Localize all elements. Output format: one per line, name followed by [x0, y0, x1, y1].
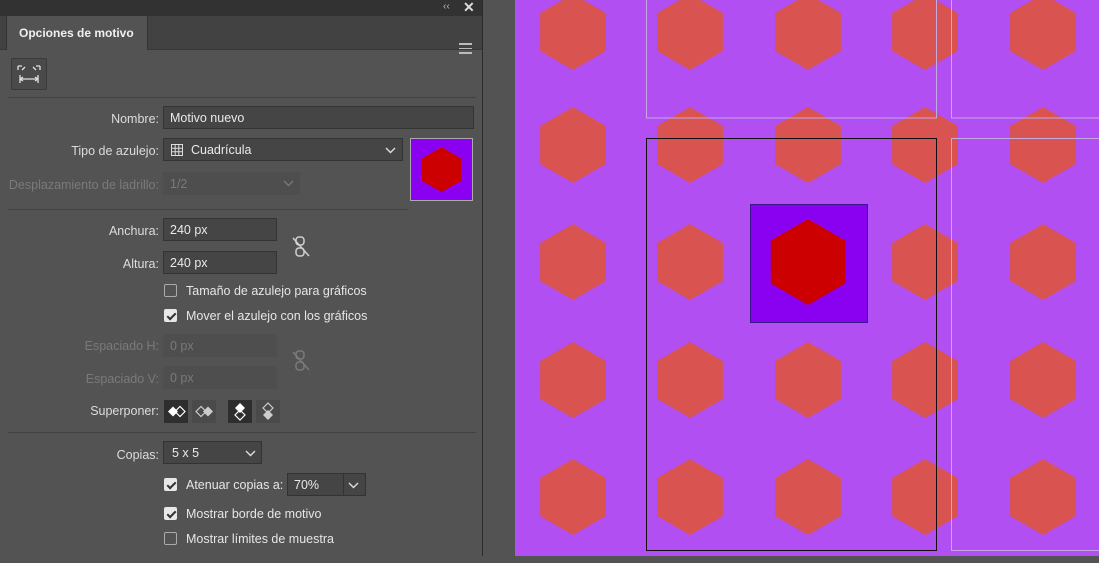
- show-tile-edge-checkbox[interactable]: [164, 507, 177, 520]
- pattern-preview-artwork: [540, 0, 1099, 551]
- pattern-editing-canvas[interactable]: [515, 0, 1099, 556]
- pattern-copy-hexagon: [657, 0, 723, 70]
- tile-type-label: Tipo de azulejo:: [71, 144, 159, 158]
- overlap-right-front-button[interactable]: [192, 400, 216, 423]
- brick-offset-label: Desplazamiento de ladrillo:: [8, 178, 159, 192]
- v-spacing-field[interactable]: 0 px: [163, 366, 277, 389]
- pattern-copy-hexagon: [1010, 342, 1076, 418]
- show-tile-edge-label: Mostrar borde de motivo: [186, 507, 322, 521]
- tile-type-value: Cuadrícula: [191, 143, 252, 157]
- pattern-copy-hexagon: [540, 459, 606, 535]
- close-icon[interactable]: ✕: [463, 0, 475, 16]
- tab-pattern-options[interactable]: Opciones de motivo: [6, 16, 148, 50]
- divider: [8, 209, 408, 210]
- pattern-copy-hexagon: [892, 459, 958, 535]
- pattern-copy-hexagon: [892, 224, 958, 300]
- hamburger-menu-icon[interactable]: [459, 43, 472, 57]
- hexagon-preview: [422, 147, 461, 192]
- tab-label: Opciones de motivo: [19, 26, 134, 40]
- height-label: Altura:: [122, 257, 159, 271]
- v-spacing-label: Espaciado V:: [85, 372, 159, 386]
- overlap-left-icon: [168, 405, 186, 418]
- h-spacing-label: Espaciado H:: [84, 339, 159, 353]
- overlap-right-icon: [195, 405, 213, 418]
- overlap-bottom-icon: [262, 402, 274, 420]
- divider: [8, 432, 476, 433]
- overlap-left-front-button[interactable]: [164, 400, 188, 423]
- pattern-copy-hexagon: [892, 0, 958, 70]
- name-label: Nombre:: [111, 112, 159, 126]
- grid-icon: [171, 144, 183, 156]
- dim-copies-label: Atenuar copias a:: [186, 478, 284, 492]
- divider: [343, 474, 344, 495]
- unlink-proportions-icon[interactable]: [290, 234, 312, 260]
- width-field[interactable]: 240 px: [163, 218, 277, 241]
- brick-offset-select[interactable]: 1/2: [163, 172, 300, 195]
- pattern-tile-tool-button[interactable]: [11, 58, 47, 90]
- size-tile-to-art-checkbox[interactable]: [164, 284, 177, 297]
- pattern-copy-hexagon: [1010, 0, 1076, 70]
- copies-label: Copias:: [116, 448, 159, 462]
- pattern-copy-hexagon: [1010, 459, 1076, 535]
- move-tile-with-art-checkbox[interactable]: [164, 309, 177, 322]
- chevron-down-icon[interactable]: [245, 450, 256, 457]
- overlap-bottom-front-button[interactable]: [256, 400, 280, 423]
- pattern-copy-hexagon: [540, 342, 606, 418]
- h-spacing-field[interactable]: 0 px: [163, 334, 277, 357]
- pattern-copy-hexagon: [540, 0, 606, 70]
- pattern-copy-hexagon: [540, 224, 606, 300]
- double-chevron-left-icon[interactable]: ‹‹: [443, 1, 450, 12]
- pattern-copy-hexagon: [775, 0, 841, 70]
- dim-copies-checkbox[interactable]: [164, 478, 177, 491]
- fit-tile-to-artwork-icon: [17, 65, 41, 83]
- overlap-label: Superponer:: [90, 404, 159, 418]
- move-tile-with-art-label: Mover el azulejo con los gráficos: [186, 309, 368, 323]
- chevron-down-icon[interactable]: [348, 482, 359, 489]
- chevron-down-icon: [283, 180, 294, 187]
- pattern-copy-hexagon: [540, 107, 606, 183]
- pattern-copy-hexagon: [657, 224, 723, 300]
- overlap-top-front-button[interactable]: [228, 400, 252, 423]
- pattern-tile-preview-swatch[interactable]: [410, 138, 473, 201]
- name-field[interactable]: Motivo nuevo: [163, 106, 474, 129]
- tile-type-select[interactable]: Cuadrícula: [163, 138, 403, 161]
- show-swatch-bounds-checkbox[interactable]: [164, 532, 177, 545]
- overlap-top-icon: [234, 403, 246, 421]
- size-tile-to-art-label: Tamaño de azulejo para gráficos: [186, 284, 367, 298]
- divider: [8, 97, 476, 98]
- width-label: Anchura:: [108, 224, 159, 238]
- chevron-down-icon[interactable]: [385, 147, 396, 154]
- pattern-copy-hexagon: [1010, 224, 1076, 300]
- panel-title-bar: ‹‹ ✕: [0, 0, 482, 16]
- pattern-copy-hexagon: [775, 459, 841, 535]
- pattern-copy-hexagon: [657, 342, 723, 418]
- pattern-copy-hexagon: [657, 459, 723, 535]
- pattern-copy-hexagon: [892, 342, 958, 418]
- pattern-copy-hexagon: [775, 342, 841, 418]
- show-swatch-bounds-label: Mostrar límites de muestra: [186, 532, 334, 546]
- height-field[interactable]: 240 px: [163, 251, 277, 274]
- unlink-spacing-icon: [292, 350, 310, 371]
- pattern-options-panel: ‹‹ ✕ Opciones de motivo Nombre: Motivo n…: [0, 0, 483, 556]
- dim-copies-value: 70%: [294, 478, 320, 492]
- panel-tab-row: Opciones de motivo: [0, 16, 482, 54]
